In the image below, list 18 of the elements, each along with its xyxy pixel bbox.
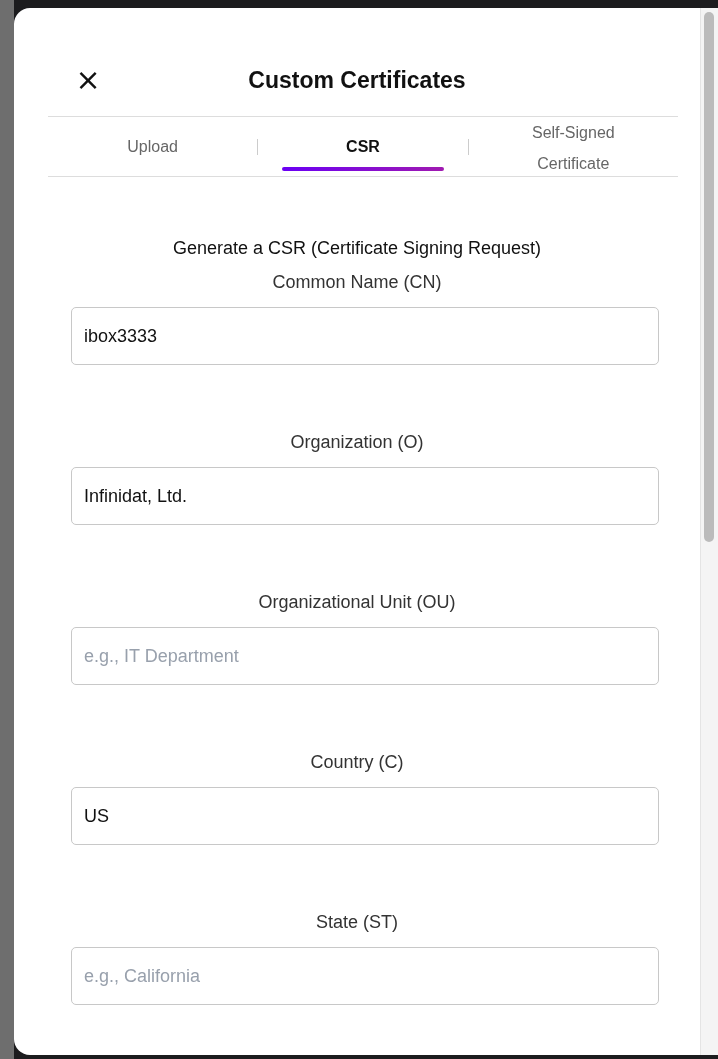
tab[interactable]: CSR bbox=[258, 117, 468, 176]
field-label: Organizational Unit (OU) bbox=[258, 591, 456, 614]
scrollbar[interactable] bbox=[700, 8, 718, 1055]
tab[interactable]: Self-Signed Certificate bbox=[468, 117, 678, 176]
scrollbar-thumb[interactable] bbox=[704, 12, 714, 542]
input-field[interactable]: e.g., California bbox=[71, 947, 659, 1005]
field-label: State (ST) bbox=[316, 911, 398, 934]
tab[interactable]: Upload bbox=[48, 117, 258, 176]
input-field[interactable]: e.g., IT Department bbox=[71, 627, 659, 685]
dialog-title: Custom Certificates bbox=[248, 66, 466, 95]
input-field[interactable]: US bbox=[71, 787, 659, 845]
input-field[interactable]: ibox3333 bbox=[71, 307, 659, 365]
field-label: Common Name (CN) bbox=[272, 271, 442, 294]
input-field[interactable]: Infinidat, Ltd. bbox=[71, 467, 659, 525]
field-label: Organization (O) bbox=[290, 431, 424, 454]
form-heading: Generate a CSR (Certificate Signing Request) bbox=[171, 237, 543, 260]
field-label: Country (C) bbox=[310, 751, 404, 774]
close-button[interactable]: × bbox=[74, 64, 102, 96]
